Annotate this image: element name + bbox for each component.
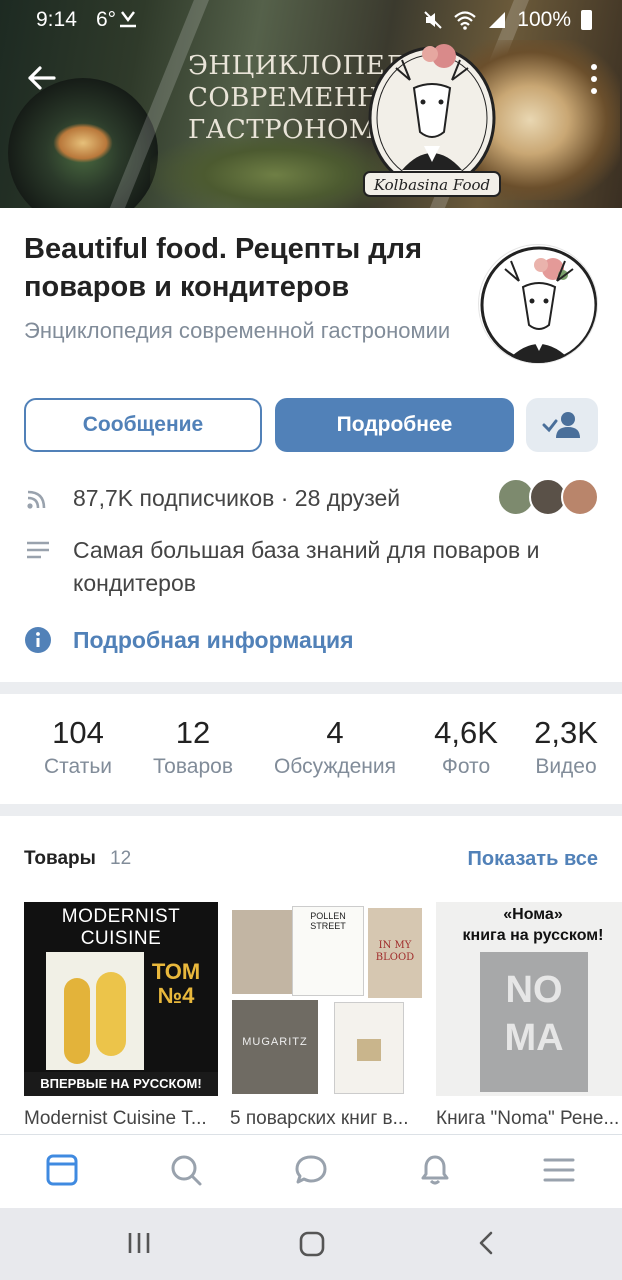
cover-title: Энциклопедия современной гастрономии — [188, 51, 452, 145]
wifi-icon — [454, 11, 477, 30]
goods-count: 12 — [110, 848, 132, 869]
more-info-link[interactable]: Подробная информация — [73, 624, 354, 657]
counter-discussions[interactable]: 4 Обсуждения — [268, 714, 402, 782]
goods-item[interactable]: MODERNIST CUISINE ТОМ №4 ВПЕРВЫЕ НА РУСС… — [24, 902, 218, 1130]
book-cover — [46, 952, 144, 1070]
description-text: Самая большая база знаний для поваров и … — [73, 537, 540, 596]
system-nav-bar — [0, 1208, 622, 1280]
section-separator — [0, 682, 622, 694]
cover-banner: ВПЕРВЫЕ НА РУССКОМ! — [24, 1072, 218, 1096]
counters-section: 104 Статьи 12 Товаров 4 Обсуждения 4,6K … — [0, 694, 622, 804]
show-all-link[interactable]: Показать все — [468, 848, 598, 871]
tab-messages-icon[interactable] — [294, 1153, 328, 1187]
info-icon — [25, 627, 51, 653]
counter-goods[interactable]: 12 Товаров — [145, 714, 241, 782]
cover-heading: «Нома» книга на русском! — [462, 906, 604, 944]
tab-feed-icon[interactable] — [45, 1153, 79, 1187]
subscribed-button[interactable] — [526, 398, 598, 452]
goods-item-caption: Modernist Cuisine Т... — [24, 1108, 207, 1129]
goods-item[interactable]: POLLEN STREET IN MY BLOOD MUGARITZ 5 пов… — [230, 902, 424, 1130]
group-name: Beautiful food. Рецепты для поваров и ко… — [24, 233, 423, 303]
goods-item[interactable]: «Нома» книга на русском! NOMA Книга "Nom… — [436, 902, 622, 1130]
svg-text:Kolbasina Food: Kolbasina Food — [373, 176, 490, 194]
details-button[interactable]: Подробнее — [275, 398, 514, 452]
description-row: Самая большая база знаний для поваров и … — [24, 534, 604, 600]
more-vertical-icon[interactable] — [588, 62, 600, 96]
friend-avatar — [561, 478, 599, 516]
group-header: Beautiful food. Рецепты для поваров и ко… — [0, 208, 622, 682]
status-temperature: 6° — [96, 8, 117, 31]
book-cover: MUGARITZ — [232, 1000, 318, 1094]
text-lines-icon — [27, 541, 49, 559]
friends-avatars[interactable] — [497, 478, 599, 516]
recent-apps-icon[interactable] — [126, 1230, 152, 1256]
counter-videos[interactable]: 2,3K Видео — [530, 714, 602, 782]
book-cover: NOMA — [480, 952, 588, 1092]
group-avatar[interactable] — [478, 244, 598, 364]
counter-articles[interactable]: 104 Статьи — [38, 714, 118, 782]
status-time: 9:14 — [36, 8, 77, 31]
tab-notifications-icon[interactable] — [418, 1153, 452, 1187]
volume-badge: ТОМ №4 — [151, 959, 201, 1008]
status-bar: 9:14 6° 100% — [0, 0, 622, 40]
download-icon — [120, 11, 136, 28]
home-icon[interactable] — [298, 1230, 326, 1258]
mute-icon — [424, 11, 442, 29]
counter-photos[interactable]: 4,6K Фото — [428, 714, 504, 782]
group-status: Энциклопедия современной гастрономии — [24, 318, 451, 343]
back-arrow-icon[interactable] — [24, 60, 60, 96]
section-separator — [0, 804, 622, 816]
goods-item-caption: Книга "Noma" Рене... — [436, 1108, 620, 1129]
cover-heading: MODERNIST CUISINE — [61, 906, 181, 949]
battery-icon — [581, 10, 592, 30]
signal-icon — [489, 12, 506, 28]
book-cover: POLLEN STREET — [292, 906, 364, 996]
user-check-icon — [542, 412, 580, 438]
tab-search-icon[interactable] — [169, 1153, 203, 1187]
book-cover — [334, 1002, 404, 1094]
goods-item-image: «Нома» книга на русском! NOMA — [436, 902, 622, 1096]
deer-logo: Kolbasina Food — [363, 44, 501, 197]
battery-level: 100% — [517, 8, 571, 31]
book-cover: IN MY BLOOD — [368, 908, 422, 998]
subscribers-text: 87,7K подписчиков · 28 друзей — [73, 485, 401, 511]
goods-item-image: POLLEN STREET IN MY BLOOD MUGARITZ — [230, 902, 424, 1096]
goods-item-image: MODERNIST CUISINE ТОМ №4 ВПЕРВЫЕ НА РУСС… — [24, 902, 218, 1096]
goods-section: Товары 12 Показать все MODERNIST CUISINE… — [0, 816, 622, 1134]
more-info-row[interactable]: Подробная информация — [24, 624, 604, 657]
deer-avatar-image — [480, 246, 597, 363]
bottom-tab-bar — [0, 1134, 622, 1208]
back-icon[interactable] — [474, 1230, 500, 1256]
message-button[interactable]: Сообщение — [24, 398, 262, 452]
goods-title: Товары — [24, 848, 96, 869]
tab-menu-icon[interactable] — [542, 1153, 576, 1187]
rss-icon — [27, 490, 46, 509]
goods-item-caption: 5 поварских книг в... — [230, 1108, 409, 1129]
